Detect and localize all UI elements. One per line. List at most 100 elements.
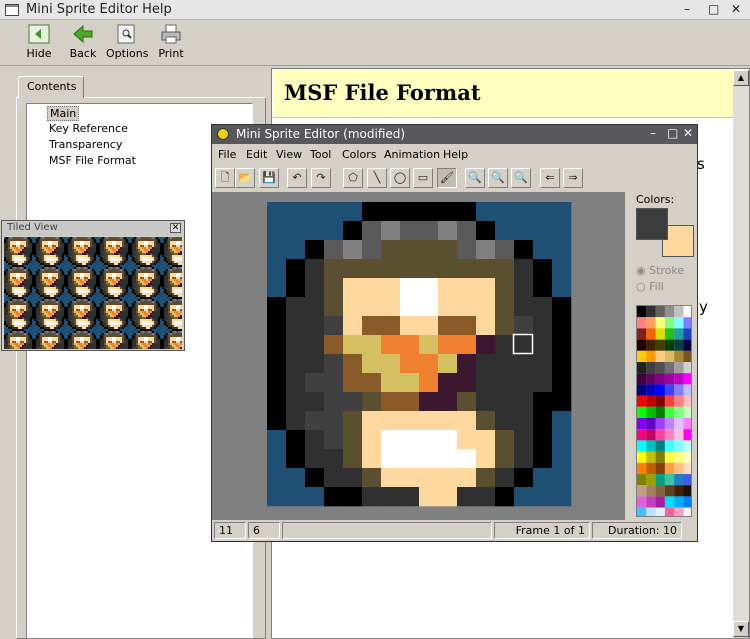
- maximize-button[interactable]: □: [708, 2, 719, 16]
- tree-item-key-reference[interactable]: Key Reference: [47, 122, 130, 135]
- palette-swatch[interactable]: [683, 406, 693, 418]
- palette-swatch[interactable]: [655, 384, 665, 396]
- palette-swatch[interactable]: [664, 350, 675, 362]
- next-frame-icon[interactable]: ⇒: [563, 168, 583, 188]
- back-button[interactable]: Back: [68, 22, 98, 64]
- palette-swatch[interactable]: [674, 406, 684, 418]
- palette-swatch[interactable]: [655, 496, 665, 508]
- line-tool-icon[interactable]: ╲: [367, 168, 387, 188]
- palette-swatch[interactable]: [637, 339, 647, 351]
- minimize-button[interactable]: –: [684, 2, 690, 16]
- palette-swatch[interactable]: [655, 328, 665, 340]
- tab-contents[interactable]: Contents: [18, 76, 84, 98]
- palette-swatch[interactable]: [674, 339, 684, 351]
- palette-swatch[interactable]: [664, 362, 675, 374]
- help-window-titlebar[interactable]: Mini Sprite Editor Help – □ ✕: [0, 0, 750, 20]
- palette-swatch[interactable]: [637, 429, 647, 441]
- tiled-view-close-button[interactable]: ✕: [170, 223, 181, 233]
- palette-swatch[interactable]: [664, 406, 675, 418]
- palette-swatch[interactable]: [655, 485, 665, 497]
- menu-colors[interactable]: Colors: [342, 148, 376, 161]
- palette-swatch[interactable]: [637, 418, 647, 430]
- palette-swatch[interactable]: [646, 451, 656, 463]
- palette-swatch[interactable]: [664, 373, 675, 385]
- save-icon[interactable]: 💾: [259, 168, 279, 188]
- menu-help[interactable]: Help: [443, 148, 468, 161]
- tree-item-transparency[interactable]: Transparency: [47, 138, 124, 151]
- palette-swatch[interactable]: [674, 440, 684, 452]
- editor-close-button[interactable]: ✕: [683, 126, 693, 140]
- palette-swatch[interactable]: [637, 485, 647, 497]
- sprite-canvas[interactable]: [212, 192, 625, 520]
- palette-swatch[interactable]: [655, 395, 665, 407]
- palette-swatch[interactable]: [674, 373, 684, 385]
- rectangle-tool-icon[interactable]: ▭: [413, 168, 433, 188]
- palette-swatch[interactable]: [683, 350, 693, 362]
- palette-swatch[interactable]: [674, 418, 684, 430]
- palette-swatch[interactable]: [664, 395, 675, 407]
- scroll-down-arrow-icon[interactable]: ▼: [733, 621, 749, 637]
- palette-swatch[interactable]: [664, 317, 675, 329]
- scroll-up-arrow-icon[interactable]: ▲: [733, 70, 749, 86]
- palette-swatch[interactable]: [637, 451, 647, 463]
- palette-swatch[interactable]: [683, 474, 693, 486]
- palette-swatch[interactable]: [655, 474, 665, 486]
- palette-swatch[interactable]: [655, 350, 665, 362]
- sprite-editor-window[interactable]: Mini Sprite Editor (modified) – □ ✕ File…: [211, 124, 698, 542]
- primary-color-swatch[interactable]: [636, 208, 668, 240]
- palette-swatch[interactable]: [683, 384, 693, 396]
- palette-swatch[interactable]: [683, 418, 693, 430]
- stroke-radio[interactable]: ◉ Stroke: [636, 264, 684, 277]
- palette-swatch[interactable]: [683, 440, 693, 452]
- palette-swatch[interactable]: [655, 440, 665, 452]
- palette-swatch[interactable]: [637, 350, 647, 362]
- palette-swatch[interactable]: [664, 496, 675, 508]
- palette-swatch[interactable]: [637, 306, 647, 318]
- palette-swatch[interactable]: [664, 418, 675, 430]
- palette-swatch[interactable]: [664, 451, 675, 463]
- palette-swatch[interactable]: [637, 395, 647, 407]
- palette-swatch[interactable]: [683, 362, 693, 374]
- palette-swatch[interactable]: [655, 429, 665, 441]
- palette-swatch[interactable]: [683, 373, 693, 385]
- palette-swatch[interactable]: [674, 507, 684, 517]
- palette-swatch[interactable]: [674, 485, 684, 497]
- menu-file[interactable]: File: [218, 148, 236, 161]
- palette-swatch[interactable]: [664, 474, 675, 486]
- palette-swatch[interactable]: [646, 306, 656, 318]
- redo-icon[interactable]: ↷: [311, 168, 331, 188]
- doc-scrollbar[interactable]: ▲ ▼: [733, 70, 749, 638]
- palette-swatch[interactable]: [674, 462, 684, 474]
- palette-swatch[interactable]: [683, 429, 693, 441]
- palette-swatch[interactable]: [683, 317, 693, 329]
- palette-swatch[interactable]: [637, 406, 647, 418]
- palette-swatch[interactable]: [646, 507, 656, 517]
- palette-swatch[interactable]: [646, 362, 656, 374]
- palette-swatch[interactable]: [674, 384, 684, 396]
- palette-swatch[interactable]: [683, 306, 693, 318]
- palette-swatch[interactable]: [655, 373, 665, 385]
- palette-swatch[interactable]: [683, 451, 693, 463]
- palette-swatch[interactable]: [646, 440, 656, 452]
- print-button[interactable]: Print: [156, 22, 186, 64]
- palette-swatch[interactable]: [646, 406, 656, 418]
- palette-swatch[interactable]: [637, 317, 647, 329]
- palette-swatch[interactable]: [637, 462, 647, 474]
- options-button[interactable]: Options: [106, 22, 148, 64]
- palette-swatch[interactable]: [674, 451, 684, 463]
- palette-swatch[interactable]: [674, 350, 684, 362]
- polygon-tool-icon[interactable]: ⬠: [343, 168, 363, 188]
- palette-swatch[interactable]: [664, 384, 675, 396]
- menu-animation[interactable]: Animation: [384, 148, 440, 161]
- palette-swatch[interactable]: [664, 462, 675, 474]
- palette-swatch[interactable]: [646, 350, 656, 362]
- palette-swatch[interactable]: [664, 339, 675, 351]
- palette-swatch[interactable]: [646, 485, 656, 497]
- palette-swatch[interactable]: [646, 496, 656, 508]
- zoom-in-icon[interactable]: 🔍: [488, 168, 508, 188]
- palette-swatch[interactable]: [683, 462, 693, 474]
- tree-item-msf-file-format[interactable]: MSF File Format: [47, 154, 138, 167]
- palette-swatch[interactable]: [674, 395, 684, 407]
- palette-swatch[interactable]: [637, 474, 647, 486]
- palette-swatch[interactable]: [646, 418, 656, 430]
